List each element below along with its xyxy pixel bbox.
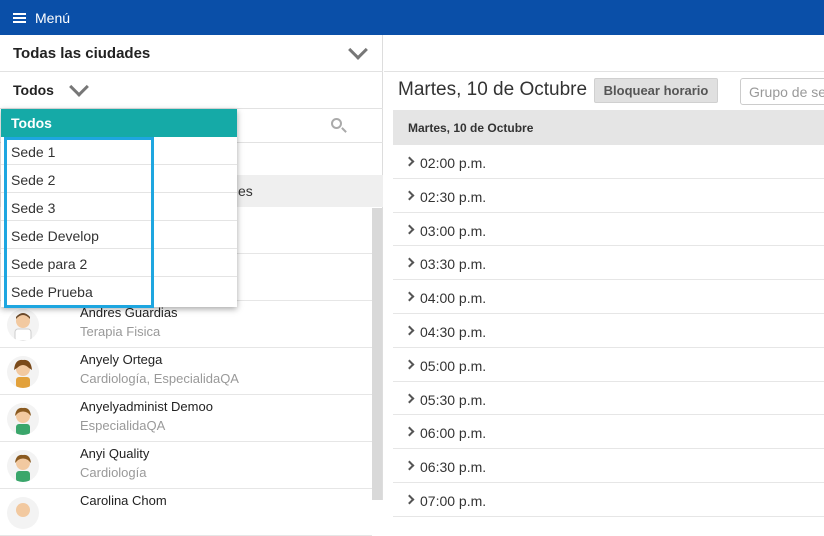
avatar: [7, 403, 39, 435]
time-slot-label: 05:00 p.m.: [420, 357, 487, 374]
time-slot-label: 07:00 p.m.: [420, 492, 487, 509]
list-item[interactable]: Anyely Ortega Cardiología, EspecialidaQA: [0, 348, 372, 395]
time-slot-label: 03:00 p.m.: [420, 222, 487, 239]
avatar: [7, 356, 39, 388]
chevron-down-icon[interactable]: [348, 40, 368, 60]
doctor-specialty: Cardiología: [80, 465, 147, 480]
chevron-right-icon: [404, 325, 415, 336]
chevron-right-icon: [404, 257, 415, 268]
chevron-right-icon: [404, 224, 415, 235]
schedule-header-bar: [384, 35, 824, 72]
city-filter-label: Todas las ciudades: [13, 44, 151, 62]
chevron-right-icon: [404, 494, 415, 505]
dropdown-option[interactable]: Sede 3: [1, 193, 237, 221]
time-slot[interactable]: 06:30 p.m.: [393, 449, 824, 483]
day-header: Martes, 10 de Octubre: [393, 110, 824, 145]
chevron-right-icon: [404, 393, 415, 404]
chevron-right-icon: [404, 359, 415, 370]
top-bar: Menú: [0, 0, 824, 35]
hamburger-menu-icon[interactable]: [13, 11, 26, 25]
time-slot[interactable]: 03:30 p.m.: [393, 246, 824, 281]
dropdown-option[interactable]: Sede Develop: [1, 221, 237, 249]
time-slot-list: 02:00 p.m. 02:30 p.m. 03:00 p.m. 03:30 p…: [393, 145, 824, 517]
site-filter[interactable]: Todos: [0, 72, 383, 109]
doctor-specialty: Terapia Fisica: [80, 324, 161, 339]
chevron-right-icon: [404, 426, 415, 437]
time-slot[interactable]: 05:30 p.m.: [393, 382, 824, 416]
menu-label[interactable]: Menú: [35, 10, 70, 26]
avatar: [7, 309, 39, 341]
avatar: [7, 497, 39, 529]
time-slot[interactable]: 03:00 p.m.: [393, 213, 824, 247]
time-slot-label: 02:30 p.m.: [420, 188, 487, 205]
time-slot-label: 04:00 p.m.: [420, 290, 487, 307]
chevron-right-icon: [404, 190, 415, 201]
doctor-specialty: EspecialidaQA: [80, 418, 166, 433]
chevron-right-icon: [404, 460, 415, 471]
chevron-right-icon: [404, 291, 415, 302]
dropdown-option[interactable]: Sede Prueba: [1, 277, 237, 305]
dropdown-option[interactable]: Sede 2: [1, 165, 237, 193]
doctor-specialty: Cardiología, EspecialidaQA: [80, 371, 239, 386]
time-slot[interactable]: 04:30 p.m.: [393, 314, 824, 348]
time-slot[interactable]: 05:00 p.m.: [393, 348, 824, 382]
avatar: [7, 450, 39, 482]
list-item[interactable]: Carolina Chom: [0, 489, 372, 536]
time-slot-label: 06:30 p.m.: [420, 459, 487, 476]
group-search-input[interactable]: Grupo de se: [740, 78, 824, 105]
time-slot[interactable]: 04:00 p.m.: [393, 280, 824, 314]
search-icon[interactable]: [331, 118, 342, 129]
doctor-name: Anyely Ortega: [80, 352, 163, 367]
doctor-name: Andres Guardias: [80, 305, 178, 320]
time-slot-label: 05:30 p.m.: [420, 391, 487, 408]
time-slot[interactable]: 02:30 p.m.: [393, 179, 824, 213]
site-dropdown: Todos Sede 1 Sede 2 Sede 3 Sede Develop …: [1, 109, 237, 307]
time-slot-label: 06:00 p.m.: [420, 425, 487, 442]
dropdown-option-todos[interactable]: Todos: [1, 109, 237, 137]
dropdown-option[interactable]: Sede 1: [1, 137, 237, 165]
doctor-name: Anyelyadminist Demoo: [80, 399, 213, 414]
block-schedule-button[interactable]: Bloquear horario: [594, 78, 718, 103]
site-filter-label: Todos: [13, 82, 54, 98]
chevron-down-icon[interactable]: [69, 77, 89, 97]
chevron-right-icon: [404, 156, 415, 167]
time-slot[interactable]: 02:00 p.m.: [393, 145, 824, 179]
selected-row-label: es: [238, 183, 253, 199]
list-scrollbar[interactable]: [372, 208, 382, 500]
schedule-panel: Martes, 10 de Octubre Bloquear horario G…: [384, 35, 824, 517]
time-slot[interactable]: 06:00 p.m.: [393, 415, 824, 450]
city-filter[interactable]: Todas las ciudades: [0, 35, 383, 72]
doctor-name: Carolina Chom: [80, 493, 167, 508]
time-slot-label: 03:30 p.m.: [420, 256, 487, 273]
doctor-name: Anyi Quality: [80, 446, 150, 461]
time-slot-label: 04:30 p.m.: [420, 323, 487, 340]
page-title: Martes, 10 de Octubre: [398, 79, 588, 100]
list-item[interactable]: Anyi Quality Cardiología: [0, 442, 372, 489]
list-item[interactable]: Anyelyadminist Demoo EspecialidaQA: [0, 395, 372, 442]
time-slot-label: 02:00 p.m.: [420, 155, 487, 171]
dropdown-option[interactable]: Sede para 2: [1, 249, 237, 277]
list-item[interactable]: Andres Guardias Terapia Fisica: [0, 301, 372, 348]
